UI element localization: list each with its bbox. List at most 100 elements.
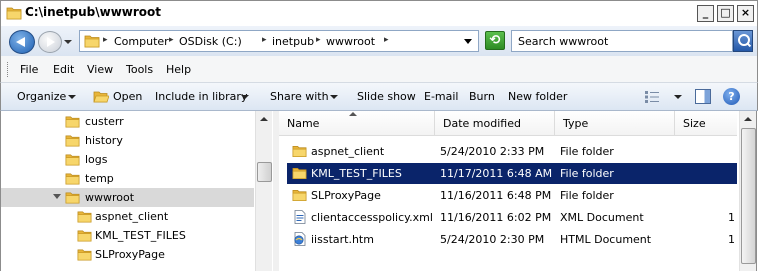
slide-show-button[interactable]: Slide show (357, 90, 416, 103)
menu-grip (7, 62, 9, 77)
scroll-up-icon[interactable] (740, 111, 757, 128)
tree-item-label: custerr (85, 115, 124, 128)
breadcrumb-separator[interactable]: ▸ (316, 35, 321, 45)
breadcrumb-separator[interactable]: ▸ (384, 35, 389, 45)
tree-item-custerr[interactable]: custerr (1, 112, 254, 131)
include-in-library-button[interactable]: Include in library (155, 90, 247, 103)
address-dropdown[interactable] (464, 39, 472, 44)
back-button[interactable] (9, 30, 35, 54)
file-list-scrollbar[interactable] (739, 111, 757, 271)
command-bar: Organize Open Include in library Share w… (0, 83, 758, 111)
folder-icon (65, 171, 80, 186)
chevron-down-icon[interactable] (53, 194, 61, 199)
navigation-scrollbar[interactable] (255, 111, 272, 271)
burn-button[interactable]: Burn (469, 90, 495, 103)
preview-pane-icon[interactable] (695, 89, 711, 104)
chevron-down-icon[interactable] (241, 95, 249, 99)
share-with-button[interactable]: Share with (270, 90, 329, 103)
help-icon[interactable]: ? (723, 88, 740, 105)
file-name: KML_TEST_FILES (311, 167, 402, 180)
folder-icon (77, 247, 92, 262)
search-placeholder: Search wwwroot (518, 35, 609, 48)
search-input[interactable]: Search wwwroot (511, 30, 733, 52)
scrollbar-thumb[interactable] (257, 162, 272, 182)
new-folder-button[interactable]: New folder (508, 90, 567, 103)
column-header-size[interactable]: Size (675, 111, 737, 136)
breadcrumb-separator[interactable]: ▸ (103, 35, 108, 45)
views-icon[interactable] (644, 90, 660, 104)
folder-icon (84, 34, 100, 48)
column-header-label: Type (563, 117, 589, 130)
breadcrumb-inetpub[interactable]: inetpub (272, 35, 314, 48)
close-button[interactable]: × (737, 5, 754, 22)
breadcrumb-wwwroot[interactable]: wwwroot (326, 35, 375, 48)
column-header-type[interactable]: Type (555, 111, 675, 136)
file-row-slproxypage[interactable]: SLProxyPage 11/16/2011 6:48 PM File fold… (287, 185, 737, 206)
refresh-icon[interactable]: ⟲ (485, 31, 505, 50)
file-name: aspnet_client (311, 145, 385, 158)
html-file-icon (294, 232, 306, 246)
file-type: XML Document (560, 211, 644, 224)
tree-item-label: aspnet_client (95, 210, 169, 223)
column-header-date-modified[interactable]: Date modified (435, 111, 555, 136)
address-row: ▸ Computer ▸ OSDisk (C:) ▸ inetpub ▸ www… (0, 26, 758, 56)
column-header-label: Date modified (443, 117, 521, 130)
folder-icon (292, 144, 307, 158)
tree-item-label: wwwroot (85, 191, 135, 204)
folder-icon (65, 190, 80, 205)
menu-help[interactable]: Help (166, 63, 191, 76)
column-header-label: Size (683, 117, 706, 130)
recent-pages-dropdown[interactable] (64, 40, 72, 44)
breadcrumb-computer[interactable]: Computer (114, 35, 169, 48)
address-bar[interactable]: ▸ Computer ▸ OSDisk (C:) ▸ inetpub ▸ www… (79, 30, 479, 52)
folder-icon (65, 114, 80, 129)
file-name: SLProxyPage (311, 189, 381, 202)
maximize-button[interactable]: □ (717, 5, 734, 22)
tree-item-wwwroot[interactable]: wwwroot (1, 188, 254, 207)
file-date: 11/16/2011 6:02 PM (440, 211, 552, 224)
breadcrumb-separator[interactable]: ▸ (262, 35, 267, 45)
tree-item-temp[interactable]: temp (1, 169, 254, 188)
open-button[interactable]: Open (113, 90, 142, 103)
forward-button[interactable] (38, 31, 62, 53)
file-type: File folder (560, 167, 614, 180)
breadcrumb-separator[interactable]: ▸ (169, 35, 174, 45)
file-size: 1 K (728, 233, 738, 246)
file-size: 1 K (728, 211, 738, 224)
file-row-kml-test-files[interactable]: KML_TEST_FILES 11/17/2011 6:48 AM File f… (287, 163, 737, 184)
tree-item-label: logs (85, 153, 108, 166)
tree-item-label: history (85, 134, 123, 147)
scrollbar-thumb[interactable] (741, 128, 756, 264)
chevron-down-icon[interactable] (330, 95, 338, 99)
tree-item-label: temp (85, 172, 114, 185)
menu-tools[interactable]: Tools (126, 63, 153, 76)
email-button[interactable]: E-mail (424, 90, 459, 103)
search-icon[interactable] (733, 30, 753, 52)
column-header-name[interactable]: Name (279, 111, 435, 136)
folder-icon (65, 152, 80, 167)
tree-item-history[interactable]: history (1, 131, 254, 150)
file-type: File folder (560, 189, 614, 202)
tree-item-kml-test-files[interactable]: KML_TEST_FILES (1, 226, 254, 245)
file-row-clientaccesspolicy[interactable]: clientaccesspolicy.xml 11/16/2011 6:02 P… (287, 207, 738, 228)
tree-item-label: KML_TEST_FILES (95, 229, 186, 242)
tree-item-slproxypage[interactable]: SLProxyPage (1, 245, 254, 264)
chevron-down-icon[interactable] (68, 95, 76, 99)
organize-button[interactable]: Organize (17, 90, 66, 103)
chevron-down-icon[interactable] (674, 95, 682, 99)
file-row-iisstart[interactable]: iisstart.htm 5/24/2010 2:30 PM HTML Docu… (287, 229, 738, 250)
menu-file[interactable]: File (20, 63, 38, 76)
folder-icon (77, 209, 92, 224)
minimize-button[interactable]: _ (697, 5, 714, 22)
open-folder-icon[interactable] (93, 89, 109, 105)
tree-item-label: SLProxyPage (95, 248, 165, 261)
breadcrumb-osdisk[interactable]: OSDisk (C:) (179, 35, 242, 48)
tree-item-logs[interactable]: logs (1, 150, 254, 169)
sort-ascending-icon (349, 112, 357, 116)
menu-view[interactable]: View (87, 63, 113, 76)
tree-item-aspnet-client[interactable]: aspnet_client (1, 207, 254, 226)
file-row-aspnet-client[interactable]: aspnet_client 5/24/2010 2:33 PM File fol… (287, 141, 737, 162)
scroll-up-icon[interactable] (256, 111, 273, 128)
folder-icon (292, 188, 307, 202)
menu-edit[interactable]: Edit (53, 63, 74, 76)
